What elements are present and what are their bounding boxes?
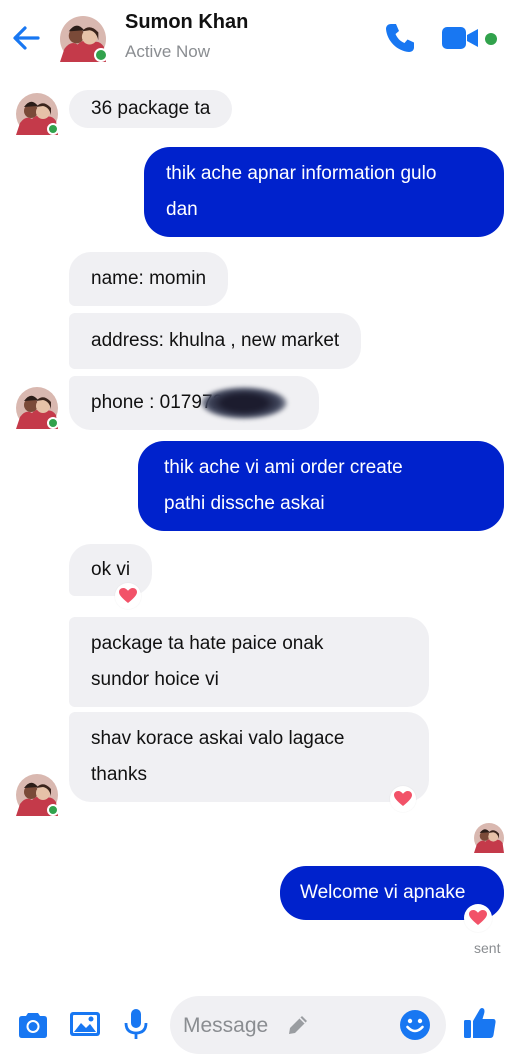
message-text-line: sundor hoice vi: [91, 669, 219, 690]
incoming-message[interactable]: ok vi: [69, 544, 153, 596]
message-reaction[interactable]: [390, 786, 416, 812]
message-text-line: thanks: [91, 764, 147, 785]
message-text-line: package ta hate paice onak: [91, 633, 324, 654]
redacted-blur: [201, 386, 288, 419]
heart-icon: [119, 588, 137, 604]
online-indicator: [47, 804, 59, 816]
seen-avatar: [474, 823, 504, 853]
microphone-icon: [124, 1009, 148, 1039]
incoming-message[interactable]: package ta hate paice onak sundor hoice …: [69, 617, 429, 707]
camera-icon: [19, 1013, 47, 1038]
online-indicator: [47, 123, 59, 135]
outgoing-message[interactable]: thik ache vi ami order create pathi diss…: [138, 441, 504, 531]
sender-avatar[interactable]: [16, 387, 59, 429]
back-button[interactable]: [8, 20, 44, 56]
phone-icon: [386, 24, 414, 52]
thumbs-up-icon: [464, 1008, 496, 1038]
delivery-status: sent: [474, 940, 501, 956]
emoji-button[interactable]: [398, 1008, 432, 1042]
message-reaction[interactable]: [115, 583, 141, 609]
smiley-icon: [400, 1010, 430, 1040]
incoming-message[interactable]: phone : 017972: [69, 376, 319, 430]
message-text: ok vi: [91, 559, 131, 580]
message-text: Welcome vi apnake: [300, 882, 466, 903]
outgoing-message[interactable]: thik ache apnar information gulo dan: [144, 147, 504, 237]
online-dot: [485, 33, 497, 45]
incoming-message[interactable]: name: momin: [69, 252, 229, 306]
video-call-button[interactable]: [440, 22, 480, 54]
gallery-button[interactable]: [67, 1006, 103, 1042]
incoming-message[interactable]: shav korace askai valo lagace thanks: [69, 712, 429, 802]
message-text-line: pathi dissche askai: [164, 493, 325, 514]
heart-icon: [469, 910, 487, 926]
active-status: Active Now: [125, 42, 211, 61]
message-text-line: thik ache vi ami order create: [164, 457, 403, 478]
message-text-line: dan: [166, 199, 198, 220]
voice-call-button[interactable]: [382, 20, 418, 56]
chat-header: Sumon Khan Active Now: [0, 0, 512, 76]
online-indicator: [47, 417, 59, 429]
camera-button[interactable]: [15, 1008, 51, 1044]
contact-name[interactable]: Sumon Khan: [125, 11, 248, 34]
like-button[interactable]: [461, 1004, 499, 1042]
message-text: 36 package ta: [91, 98, 211, 119]
sender-avatar[interactable]: [16, 93, 59, 135]
message-text-line: thik ache apnar information gulo: [166, 163, 437, 184]
message-reaction[interactable]: [464, 904, 492, 932]
message-placeholder: Message: [183, 1014, 269, 1037]
contact-avatar[interactable]: [60, 16, 108, 62]
sender-avatar[interactable]: [16, 774, 59, 816]
image-icon: [70, 1012, 100, 1036]
heart-icon: [394, 791, 412, 807]
incoming-message[interactable]: 36 package ta: [69, 90, 233, 128]
pencil-icon: [289, 1016, 307, 1034]
message-text-line: shav korace askai valo lagace: [91, 728, 345, 749]
incoming-message[interactable]: address: khulna , new market: [69, 313, 362, 369]
online-indicator: [94, 48, 108, 62]
message-text: address: khulna , new market: [91, 330, 340, 351]
arrow-left-icon: [13, 26, 40, 50]
message-text: name: momin: [91, 268, 207, 289]
voice-message-button[interactable]: [118, 1006, 154, 1042]
video-camera-icon: [442, 27, 478, 49]
